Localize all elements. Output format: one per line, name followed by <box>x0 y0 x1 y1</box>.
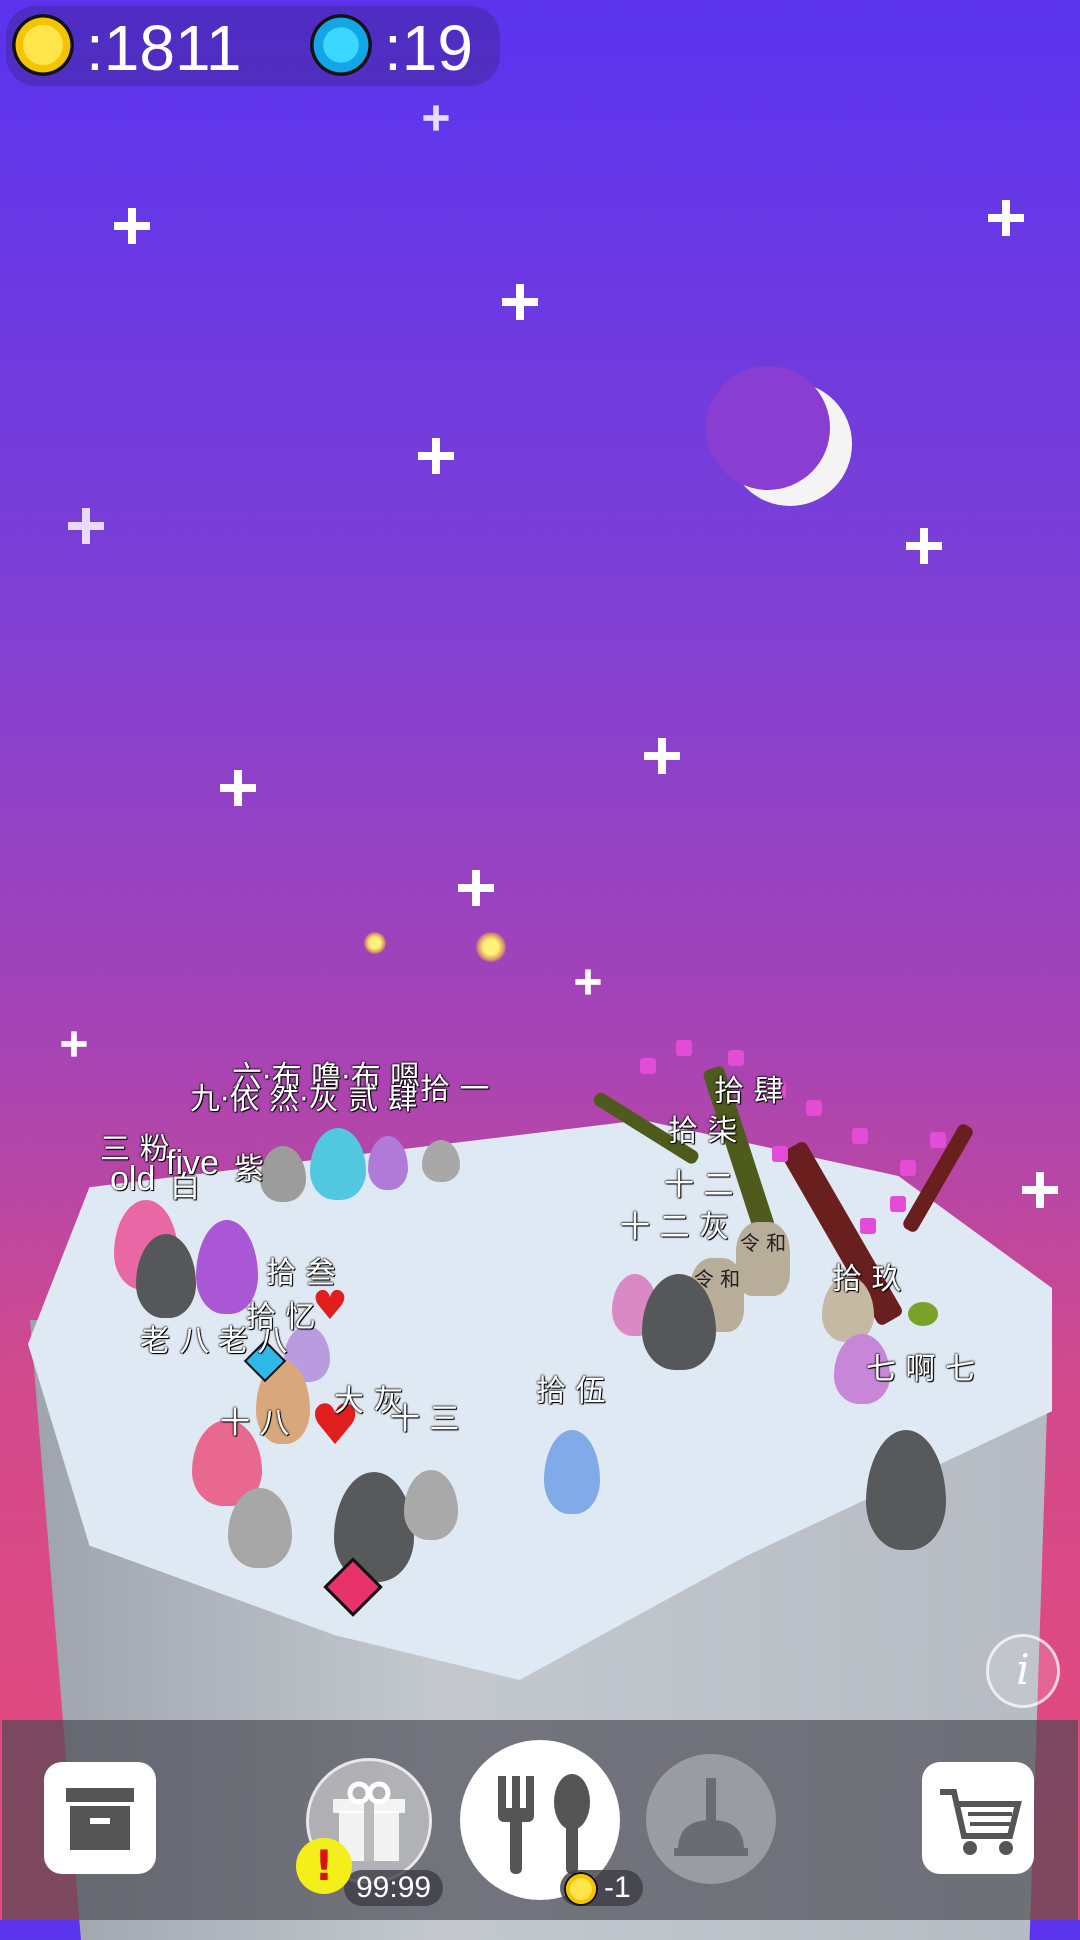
creature-name: 十 三 <box>390 1402 460 1437</box>
blossom <box>900 1160 916 1176</box>
firefly <box>364 932 386 954</box>
info-button[interactable]: i <box>986 1634 1060 1708</box>
shop-button[interactable] <box>922 1762 1034 1874</box>
creature[interactable] <box>260 1146 306 1202</box>
star <box>502 284 538 320</box>
clean-button[interactable] <box>646 1754 776 1884</box>
blossom <box>860 1218 876 1234</box>
star <box>458 870 494 906</box>
storage-box-icon <box>66 1788 134 1850</box>
creature-name: 紫 <box>234 1152 264 1187</box>
shopping-cart-icon <box>940 1789 1022 1855</box>
creature-name: 十 二 <box>664 1168 734 1203</box>
creature-name: 拾 叁 <box>266 1256 336 1291</box>
moon-shadow <box>706 366 830 490</box>
creature-name: 老 八 <box>140 1324 210 1359</box>
storage-button[interactable] <box>44 1762 156 1874</box>
star <box>575 969 600 994</box>
coin-count: :1811 <box>86 12 242 84</box>
gift-timer: 99:99 <box>344 1870 444 1906</box>
alert-badge: ! <box>296 1838 352 1894</box>
creature-name: 七 啊 七 <box>866 1352 976 1387</box>
star <box>418 438 454 474</box>
sake-jar[interactable]: 令 和 <box>736 1222 790 1296</box>
blossom <box>930 1132 946 1148</box>
gold-coin-icon <box>12 14 74 76</box>
star <box>423 105 448 130</box>
creature-name: 拾 一 <box>420 1072 490 1107</box>
fruit[interactable] <box>908 1302 938 1326</box>
plunger-icon <box>674 1778 748 1856</box>
creature-name: 十 二 灰 <box>620 1210 730 1245</box>
creature[interactable] <box>310 1128 366 1200</box>
blossom <box>772 1146 788 1162</box>
creature-name: old <box>110 1160 156 1198</box>
creature-name: 十 八 <box>220 1406 290 1441</box>
star <box>220 770 256 806</box>
star <box>906 528 942 564</box>
star <box>988 200 1024 236</box>
blossom <box>852 1128 868 1144</box>
blossom <box>806 1100 822 1116</box>
heart-icon: ♥ <box>312 1283 348 1329</box>
star <box>644 738 680 774</box>
gold-coin-icon <box>564 1872 598 1906</box>
creature[interactable] <box>422 1140 460 1182</box>
blossom <box>640 1058 656 1074</box>
blossom <box>728 1050 744 1066</box>
creature-name: 白 <box>170 1170 200 1205</box>
creature[interactable] <box>368 1136 408 1190</box>
creature-name: 拾 伍 <box>536 1374 606 1409</box>
blossom <box>676 1040 692 1056</box>
star <box>68 508 104 544</box>
blue-gem-icon <box>310 14 372 76</box>
star <box>114 208 150 244</box>
blossom <box>890 1196 906 1212</box>
gem-count: :19 <box>384 12 473 84</box>
creature-name: 拾 玖 <box>832 1262 902 1297</box>
creature-name: 拾 肆 <box>714 1074 784 1109</box>
star <box>61 1031 86 1056</box>
creature-name: 拾 柒 <box>668 1114 738 1149</box>
firefly <box>476 932 506 962</box>
creature-name: 老 八 <box>218 1324 288 1359</box>
star <box>1022 1172 1058 1208</box>
creature-name: 九·依 然·灰 贰 肆 <box>190 1082 418 1117</box>
